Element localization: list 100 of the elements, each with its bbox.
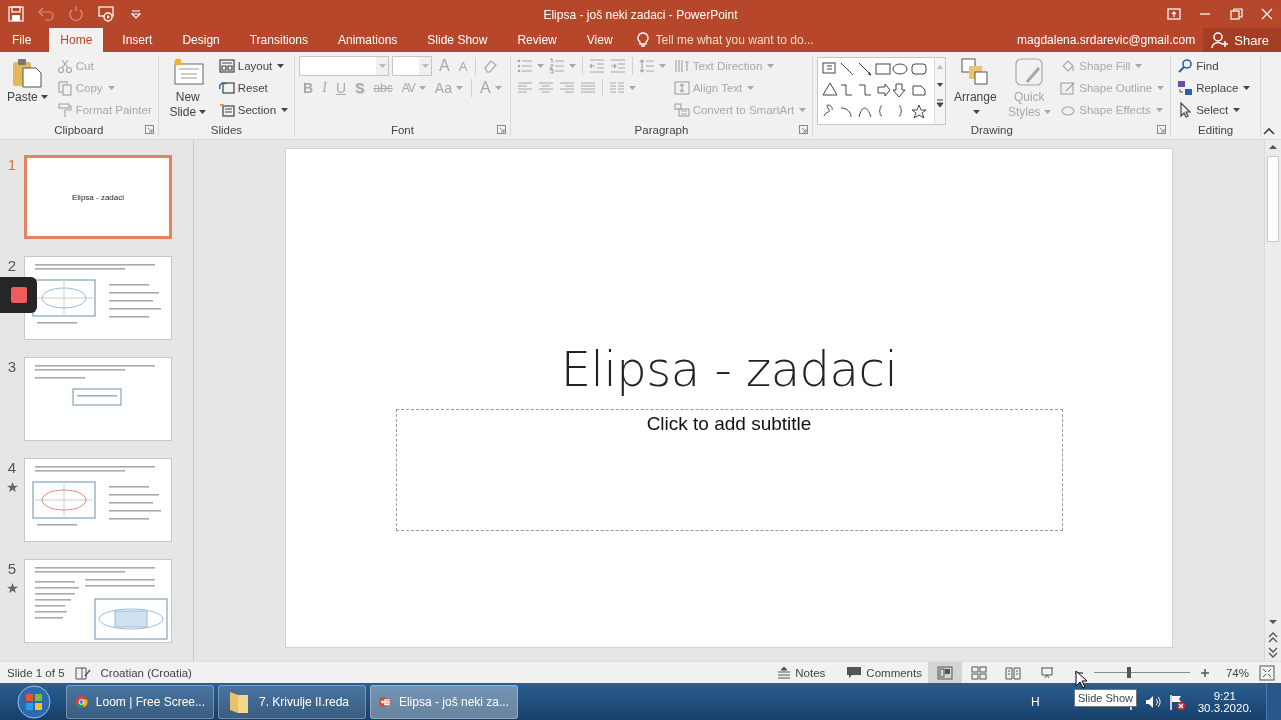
slide-icon: [171, 56, 204, 88]
group-label: Clipboard: [54, 123, 104, 136]
undo-icon: [37, 5, 55, 23]
ribbon-display-icon: [1166, 6, 1182, 22]
circular-arrow-icon: [67, 5, 85, 23]
caret-icon: [281, 107, 289, 113]
replace-button[interactable]: Replace: [1175, 77, 1253, 99]
fit-to-window-icon[interactable]: [1259, 664, 1275, 681]
reset-button[interactable]: Reset: [216, 77, 270, 99]
numbered-list-icon: [548, 58, 565, 74]
group-label: Slides: [210, 123, 243, 136]
share-button[interactable]: Share: [1203, 28, 1281, 52]
select-button[interactable]: Select: [1175, 99, 1243, 121]
scroll-thumb[interactable]: [1267, 156, 1279, 242]
slide-number: 3: [7, 358, 17, 375]
caret-icon: [1243, 85, 1251, 91]
ribbon-tab[interactable]: Home: [49, 28, 104, 52]
layout-button[interactable]: Layout: [216, 55, 287, 77]
arrange-button[interactable]: Arrange: [950, 55, 1001, 121]
projector-screen-icon: [1038, 664, 1055, 681]
slider-thumb[interactable]: [1127, 667, 1132, 678]
find-button[interactable]: Find: [1175, 55, 1221, 77]
dialog-launcher-icon[interactable]: [1157, 125, 1167, 134]
clock-date[interactable]: 30.3.2020.: [1197, 701, 1252, 714]
scissors-icon: [56, 58, 73, 74]
keyboard-language[interactable]: H: [1030, 694, 1040, 709]
ribbon-tab[interactable]: Insert: [111, 28, 164, 52]
caret-icon: [767, 63, 775, 69]
cursor-icon: [1177, 102, 1194, 118]
caret-icon: [277, 63, 285, 69]
slide-thumbnail[interactable]: [24, 256, 172, 340]
caret-icon: [421, 63, 429, 69]
smartart-icon: [673, 102, 690, 118]
group-label: Font: [390, 123, 414, 136]
mouse-pointer-icon: [1075, 670, 1087, 689]
zoom-in-icon[interactable]: [1199, 667, 1210, 678]
presentation-task[interactable]: Elipsa - još neki za...: [370, 684, 518, 719]
ribbon-tab[interactable]: Transitions: [238, 28, 319, 52]
section-icon: [218, 102, 235, 118]
flag-icon[interactable]: [1167, 692, 1186, 711]
paste-button[interactable]: Paste: [4, 55, 51, 106]
folder-task[interactable]: 7. Krivulje II.reda: [218, 684, 366, 719]
subtitle-placeholder[interactable]: Click to add subtitle: [395, 409, 1063, 531]
notes-button[interactable]: Notes: [772, 662, 832, 683]
shape-gallery[interactable]: [817, 57, 947, 125]
section-button[interactable]: Section: [216, 99, 291, 121]
clipboard-icon: [11, 56, 44, 88]
ribbon-tab[interactable]: Review: [506, 28, 568, 52]
ribbon-tab[interactable]: File: [2, 28, 42, 52]
close-icon: [1259, 6, 1275, 22]
language-indicator[interactable]: Croatian (Croatia): [100, 666, 192, 679]
clock-time[interactable]: 9:21: [1213, 689, 1236, 702]
align-left-icon: [516, 80, 533, 96]
stop-recording-icon[interactable]: [10, 287, 27, 303]
slide-number: 4: [7, 459, 17, 476]
browser-task[interactable]: Loom | Free Scree...: [66, 684, 214, 719]
align-text-icon: [673, 80, 690, 96]
caret-icon: [494, 85, 502, 91]
caret-icon: [418, 85, 426, 91]
slide-number: 1: [7, 156, 17, 173]
caret-icon: [1155, 107, 1163, 113]
caret-icon: [199, 110, 207, 116]
dialog-launcher-icon[interactable]: [144, 125, 154, 134]
minimize-icon: [1199, 13, 1211, 15]
thumbnail-title: Elipsa - zadaci: [72, 192, 124, 202]
window-title: Elipsa - još neki zadaci - PowerPoint: [543, 8, 738, 22]
speech-bubble-icon: [847, 666, 862, 679]
slide-title[interactable]: Elipsa - zadaci: [560, 339, 898, 399]
comments-button[interactable]: Comments: [841, 662, 928, 683]
layout-icon: [218, 58, 235, 74]
caret-icon: [107, 85, 115, 91]
ribbon-tab[interactable]: Slide Show: [416, 28, 499, 52]
caret-icon: [628, 85, 636, 91]
caret-icon: [1157, 85, 1165, 91]
slide-thumbnail[interactable]: [24, 458, 172, 542]
dialog-launcher-icon[interactable]: [496, 125, 506, 134]
tell-me-field[interactable]: Tell me what you want to do...: [635, 28, 828, 52]
caret-icon: [1233, 107, 1241, 113]
ribbon-tab[interactable]: View: [575, 28, 624, 52]
slide-number: 5: [7, 560, 17, 577]
ribbon-tab[interactable]: Design: [171, 28, 231, 52]
collapse-ribbon-icon[interactable]: [1263, 127, 1275, 135]
start-button[interactable]: [14, 683, 54, 720]
account-email[interactable]: magdalena.srdarevic@gmail.com: [1017, 28, 1196, 52]
paintbrush-icon: [56, 102, 73, 118]
bullet-list-icon: [516, 58, 533, 74]
slide-thumbnail[interactable]: Elipsa - zadaci: [24, 155, 172, 239]
spell-check-icon[interactable]: [74, 664, 91, 681]
zoom-level[interactable]: 74%: [1225, 666, 1249, 679]
align-center-icon: [537, 80, 554, 96]
new-slide-button[interactable]: New Slide: [162, 55, 213, 121]
presentation-screen-icon: [97, 5, 115, 23]
folder-icon: [227, 689, 251, 714]
open-book-icon: [1004, 664, 1021, 681]
dialog-launcher-icon[interactable]: [799, 125, 809, 134]
slide-thumbnail[interactable]: [24, 559, 172, 643]
slide-thumbnail[interactable]: [24, 357, 172, 441]
ribbon-tab[interactable]: Animations: [327, 28, 409, 52]
normal-view-button[interactable]: [927, 662, 962, 683]
caret-icon: [536, 63, 544, 69]
